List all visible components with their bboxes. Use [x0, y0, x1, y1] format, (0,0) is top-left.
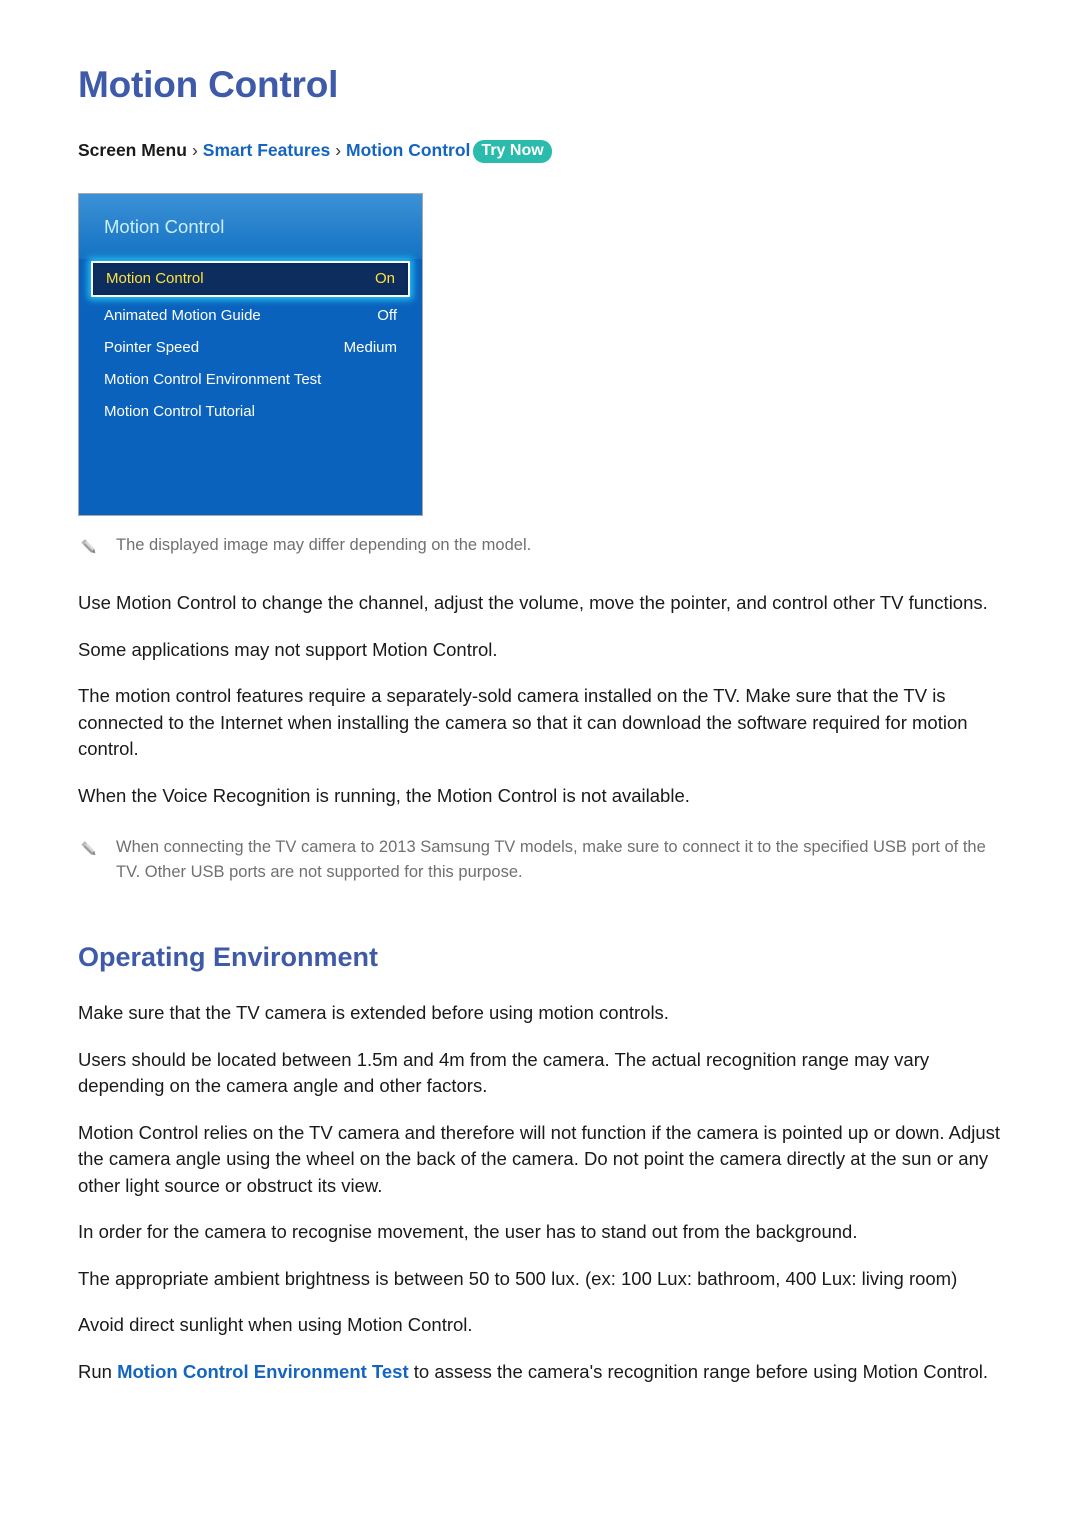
breadcrumb-link-smart-features[interactable]: Smart Features	[203, 140, 330, 160]
breadcrumb-separator-1: ›	[191, 140, 198, 160]
note-text: The displayed image may differ depending…	[116, 536, 532, 554]
paragraph-run-environment-test: Run Motion Control Environment Test to a…	[78, 1359, 1002, 1386]
paragraph-ambient-brightness: The appropriate ambient brightness is be…	[78, 1267, 958, 1289]
tv-menu-item-label: Pointer Speed	[104, 339, 200, 356]
tv-menu-item-motion-control[interactable]: Motion Control On	[91, 261, 410, 297]
paragraph-voice-recognition: When the Voice Recognition is running, t…	[78, 784, 690, 806]
tv-menu-header-title: Motion Control	[104, 215, 225, 237]
document-page: Motion Control Screen Menu › Smart Feature…	[0, 0, 1080, 1527]
tv-menu-list: Motion Control On Animated Motion Guide …	[79, 261, 422, 428]
tv-menu-screenshot: Motion Control Motion Control On Animate…	[78, 193, 423, 516]
paragraph-suffix: to assess the camera's recognition range…	[408, 1360, 989, 1382]
tv-menu-item-label: Motion Control	[106, 270, 204, 287]
link-motion-control-environment-test[interactable]: Motion Control Environment Test	[117, 1361, 409, 1382]
breadcrumb: Screen Menu › Smart Features › Motion Contro…	[78, 139, 1002, 163]
pencil-icon	[78, 838, 100, 860]
paragraph-camera-requirement: The motion control features require a se…	[78, 685, 968, 759]
paragraph-user-distance: Users should be located between 1.5m and…	[78, 1048, 930, 1097]
tv-menu-header: Motion Control	[79, 194, 422, 259]
tv-menu-item-environment-test[interactable]: Motion Control Environment Test	[91, 364, 410, 396]
note-image-disclaimer: The displayed image may differ depending…	[78, 533, 1002, 558]
try-now-badge[interactable]: Try Now	[473, 140, 552, 163]
pencil-icon	[78, 536, 100, 558]
tv-menu-item-label: Motion Control Environment Test	[104, 371, 322, 388]
paragraph-use-motion-control: Use Motion Control to change the channel…	[78, 592, 988, 613]
tv-menu-item-tutorial[interactable]: Motion Control Tutorial	[91, 396, 410, 428]
note-usb-port: When connecting the TV camera to 2013 Sa…	[78, 835, 1002, 885]
breadcrumb-separator-2: ›	[335, 140, 342, 160]
tv-menu-item-pointer-speed[interactable]: Pointer Speed Medium	[91, 332, 410, 364]
tv-menu-item-animated-motion-guide[interactable]: Animated Motion Guide Off	[91, 300, 410, 332]
section-title-operating-environment: Operating Environment	[78, 942, 379, 972]
page-title: Motion Control	[78, 64, 339, 105]
breadcrumb-root: Screen Menu	[78, 140, 187, 160]
tv-menu-item-value: Off	[377, 307, 397, 324]
paragraph-camera-extended: Make sure that the TV camera is extended…	[78, 1002, 669, 1023]
breadcrumb-link-motion-control[interactable]: Motion Control	[346, 140, 470, 160]
paragraph-some-applications: Some applications may not support Motion…	[78, 638, 498, 660]
paragraph-prefix: Run	[78, 1360, 118, 1382]
tv-menu-item-label: Animated Motion Guide	[104, 307, 261, 324]
paragraph-avoid-sunlight: Avoid direct sunlight when using Motion …	[78, 1314, 473, 1335]
tv-menu-item-label: Motion Control Tutorial	[104, 403, 255, 420]
paragraph-camera-angle: Motion Control relies on the TV camera a…	[78, 1121, 1001, 1196]
note-text: When connecting the TV camera to 2013 Sa…	[116, 838, 986, 881]
paragraph-stand-out-background: In order for the camera to recognise mov…	[78, 1221, 858, 1242]
tv-menu-item-value: Medium	[343, 339, 397, 356]
tv-menu-item-value: On	[374, 270, 395, 287]
